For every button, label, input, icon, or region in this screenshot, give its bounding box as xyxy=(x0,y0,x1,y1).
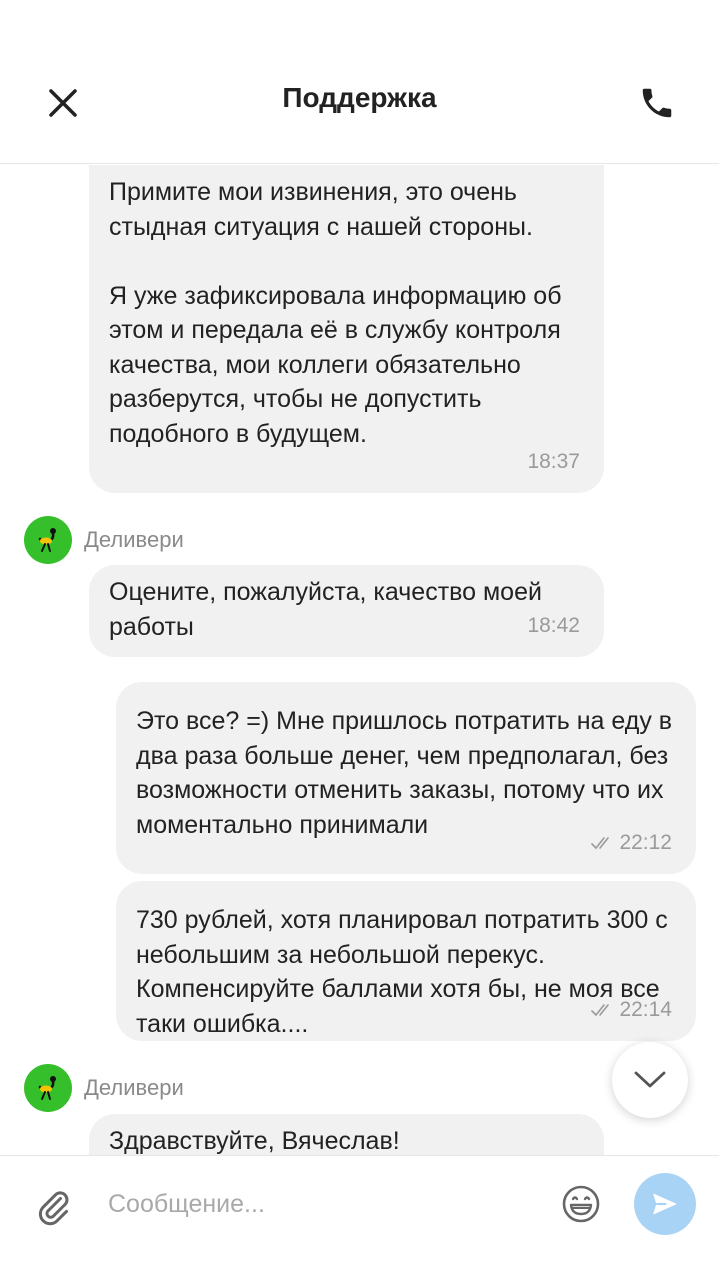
avatar[interactable] xyxy=(24,516,72,564)
message-time: 22:14 xyxy=(591,993,672,1028)
double-check-icon xyxy=(591,1003,610,1016)
message-bubble-user: Это все? =) Мне пришлось потратить на ед… xyxy=(116,682,696,874)
emoji-icon xyxy=(562,1185,600,1223)
send-icon xyxy=(653,1193,677,1215)
scroll-to-bottom-button[interactable] xyxy=(612,1042,688,1118)
ostrich-logo-icon xyxy=(38,1076,56,1100)
message-text: Здравствуйте, Вячеслав! xyxy=(109,1127,400,1155)
message-time: 18:42 xyxy=(527,613,580,637)
chat-header: Поддержка xyxy=(0,0,719,164)
message-text: Оцените, пожалуйста, качество моей работ… xyxy=(109,578,549,641)
attach-button[interactable] xyxy=(30,1183,76,1229)
message-text: Это все? =) Мне пришлось потратить на ед… xyxy=(136,707,680,839)
message-bubble-user: 730 рублей, хотя планировал потратить 30… xyxy=(116,881,696,1041)
message-time: 18:37 xyxy=(527,449,580,473)
message-list[interactable]: Примите мои извинения, это очень стыдная… xyxy=(0,165,719,1155)
send-button[interactable] xyxy=(634,1173,696,1235)
message-bubble-agent: Здравствуйте, Вячеслав! xyxy=(89,1114,604,1155)
double-check-icon xyxy=(591,836,610,849)
sender-row: Деливери xyxy=(24,516,184,564)
message-text: Примите мои извинения, это очень стыдная… xyxy=(109,178,562,448)
emoji-button[interactable] xyxy=(558,1181,604,1227)
message-bubble-agent: Примите мои извинения, это очень стыдная… xyxy=(89,165,604,493)
phone-icon xyxy=(642,88,672,118)
page-title: Поддержка xyxy=(282,82,437,113)
chevron-down-icon xyxy=(634,1071,666,1088)
avatar[interactable] xyxy=(24,1064,72,1112)
sender-name: Деливери xyxy=(84,1075,184,1100)
sender-row: Деливери xyxy=(24,1064,184,1112)
message-composer xyxy=(0,1155,719,1280)
paperclip-icon xyxy=(38,1191,69,1226)
sender-name: Деливери xyxy=(84,527,184,552)
message-time: 22:12 xyxy=(591,826,672,861)
ostrich-logo-icon xyxy=(38,528,56,552)
message-bubble-agent: Оцените, пожалуйста, качество моей работ… xyxy=(89,565,604,657)
message-input[interactable] xyxy=(108,1184,538,1224)
call-button[interactable] xyxy=(632,78,682,128)
